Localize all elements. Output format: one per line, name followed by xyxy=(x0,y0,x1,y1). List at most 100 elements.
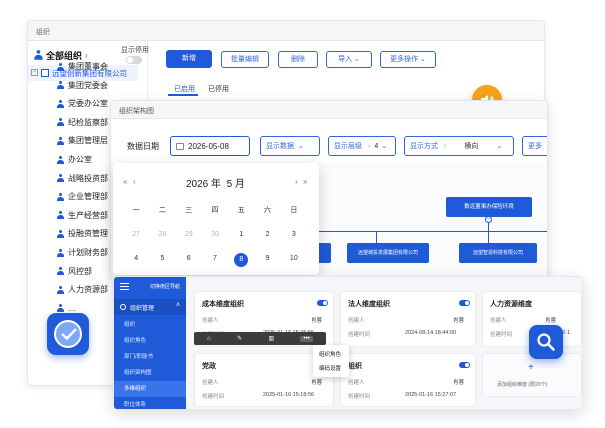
tree-item[interactable]: 企业管理部 xyxy=(56,188,108,206)
calendar-day-cell[interactable]: 2 xyxy=(254,229,280,241)
display-level-select[interactable]: 显示层级 › 4 ⌄ xyxy=(328,136,396,156)
display-mode-select[interactable]: 显示方式 › 横向 ⌄ xyxy=(404,136,514,156)
add-button[interactable]: 新增 xyxy=(166,50,212,68)
calendar-day[interactable]: 1 xyxy=(239,231,243,238)
next-month-icon[interactable]: › xyxy=(295,177,298,186)
chevron-down-icon: ⌄ xyxy=(496,143,503,150)
menu-item-code-settings[interactable]: 编码设置 xyxy=(319,364,341,372)
batch-edit-button[interactable]: 批量编辑 xyxy=(221,51,269,68)
chart-node-top[interactable]: 数远董事办保险环境 xyxy=(446,197,532,217)
collapse-node-icon[interactable]: − xyxy=(485,216,492,223)
tab-disabled[interactable]: 已停用 xyxy=(208,84,229,94)
more-actions-button[interactable]: 更多操作 ⌄ xyxy=(380,51,436,68)
calendar-day-cell[interactable]: 7 xyxy=(202,253,228,265)
calendar-day[interactable]: 30 xyxy=(211,231,219,238)
more-button[interactable]: 更多 xyxy=(522,136,547,156)
calendar-day[interactable]: 10 xyxy=(290,255,298,262)
nav-item[interactable]: 组织架构图 xyxy=(114,365,186,381)
nav-item[interactable]: 多维组织 xyxy=(114,381,186,397)
calendar-day[interactable]: 29 xyxy=(185,231,193,238)
tree-item[interactable]: 战略投资部 xyxy=(56,170,108,188)
card-time-label: 创建时间 xyxy=(490,332,513,338)
tab-enabled[interactable]: 已启用 xyxy=(174,84,195,94)
nav-item[interactable]: 组织 xyxy=(114,317,186,333)
calendar-day-cell[interactable]: 9 xyxy=(254,253,280,265)
search-badge[interactable] xyxy=(529,325,563,359)
app-check-icon[interactable] xyxy=(47,313,89,355)
edit-icon[interactable]: ✎ xyxy=(237,335,242,342)
calendar-day-cell[interactable]: 28 xyxy=(149,229,175,241)
prev-year-icon[interactable]: « xyxy=(123,177,127,186)
show-disabled-toggle[interactable] xyxy=(126,56,142,64)
dimension-card[interactable]: 组织 创建人 肖蓉 创建时间 2025-01-16 15:27:07 xyxy=(340,353,476,407)
calendar-day[interactable]: 7 xyxy=(213,255,217,262)
calendar-day[interactable]: 27 xyxy=(132,231,140,238)
calendar-day[interactable]: 6 xyxy=(187,255,191,262)
chart-node-right[interactable]: 远望智造科技有限公司 xyxy=(459,243,537,263)
nav-item[interactable]: 组织角色 xyxy=(114,333,186,349)
next-year-icon[interactable]: » xyxy=(303,177,307,186)
tree-item[interactable]: 集团管理层 xyxy=(56,132,108,150)
add-dimension-card[interactable]: + 添加组织维度 (限20个) xyxy=(482,353,582,397)
calendar-day-cell[interactable]: 5 xyxy=(149,253,175,265)
calendar-day[interactable]: 9 xyxy=(266,255,270,262)
chart-node-left[interactable]: 远望城投发展集团有限公司 xyxy=(347,243,429,263)
tree-item[interactable]: 人力资源部 xyxy=(56,281,108,299)
weekday-label: 日 xyxy=(290,207,298,214)
calendar-day[interactable]: 2 xyxy=(266,231,270,238)
calendar-month[interactable]: 5 月 xyxy=(227,179,245,190)
weekday-label: 四 xyxy=(211,207,219,214)
more-dots-icon[interactable]: ••• xyxy=(300,335,313,342)
calendar-day-cell[interactable]: 3 xyxy=(281,229,307,241)
calendar-day[interactable]: 28 xyxy=(159,231,167,238)
card-owner: 肖蓉 xyxy=(311,318,323,324)
card-toggle[interactable] xyxy=(317,300,328,306)
display-data-select[interactable]: 显示数据 ⌄ xyxy=(260,136,320,156)
calendar-day[interactable]: 3 xyxy=(292,231,296,238)
calendar-day[interactable]: 8 xyxy=(234,253,249,267)
delete-button[interactable]: 删除 xyxy=(278,51,318,68)
dimension-card[interactable]: 法人维度组织 创建人 肖蓉 创建时间 2024-08-14 18:44:00 xyxy=(340,291,476,347)
org-chart-icon[interactable]: ⌂ xyxy=(207,336,211,342)
import-button[interactable]: 导入 ⌄ xyxy=(326,51,372,68)
tree-item[interactable]: 生产经营部 xyxy=(56,207,108,225)
tree-item[interactable]: 办公室 xyxy=(56,151,92,169)
date-input[interactable]: 2026-05-08 xyxy=(170,136,250,156)
nav-group[interactable]: 组织管理 ˄ xyxy=(114,299,186,315)
card-toggle[interactable] xyxy=(459,362,470,368)
delete-icon[interactable]: ▥ xyxy=(268,335,274,342)
calendar-day-cell[interactable]: 8 xyxy=(228,253,254,267)
calendar-day[interactable]: 4 xyxy=(134,255,138,262)
tree-item[interactable]: 党委办公室 xyxy=(56,95,108,113)
prev-month-icon[interactable]: ‹ xyxy=(133,177,136,186)
nav-item[interactable]: 部门/职能书 xyxy=(114,349,186,365)
collapse-icon[interactable]: − xyxy=(31,69,38,76)
card-owner-label: 创建人 xyxy=(202,380,219,386)
nav-item[interactable]: 职位体系 xyxy=(114,397,186,409)
date-picker-popup: « ‹ 2026 年 5 月 › » 一 二 三 四 五 六 日 27 28 29 30 1 2 3 4 5… xyxy=(113,163,319,275)
calendar-day-cell[interactable]: 4 xyxy=(123,253,149,265)
calendar-day-cell[interactable]: 6 xyxy=(176,253,202,265)
chevron-down-icon: ⌄ xyxy=(381,143,388,150)
calendar-day-cell[interactable]: 10 xyxy=(281,253,307,265)
tree-item[interactable]: 风控部 xyxy=(56,263,92,281)
orientation-value: 横向 xyxy=(464,143,479,150)
calendar-day-cell[interactable]: 30 xyxy=(202,229,228,241)
nav-switch-label[interactable]: 切换南区导航 xyxy=(150,283,180,290)
menu-icon[interactable] xyxy=(120,283,129,290)
menu-item-org-role[interactable]: 组织角色 xyxy=(319,350,341,358)
card-toggle[interactable] xyxy=(459,300,470,306)
calendar-day-cell[interactable]: 29 xyxy=(176,229,202,241)
tree-item[interactable]: 计划财务部 xyxy=(56,244,108,262)
tree-item[interactable]: 投融资管理 xyxy=(56,225,108,243)
context-menu: 组织角色 编码设置 xyxy=(313,345,349,377)
chevron-up-icon: ˄ xyxy=(176,302,181,309)
card-time: 2024-08-14 18:44:00 xyxy=(405,330,457,336)
calendar-day-cell[interactable]: 1 xyxy=(228,229,254,241)
calendar-day[interactable]: 5 xyxy=(160,255,164,262)
calendar-day-cell[interactable]: 27 xyxy=(123,229,149,241)
calendar-year[interactable]: 2026 年 xyxy=(186,179,221,190)
tree-item[interactable]: 集团党委会 xyxy=(56,77,108,95)
tree-item[interactable]: 纪检监察部 xyxy=(56,114,108,132)
tree-item[interactable]: 集团董事会 xyxy=(56,58,108,76)
